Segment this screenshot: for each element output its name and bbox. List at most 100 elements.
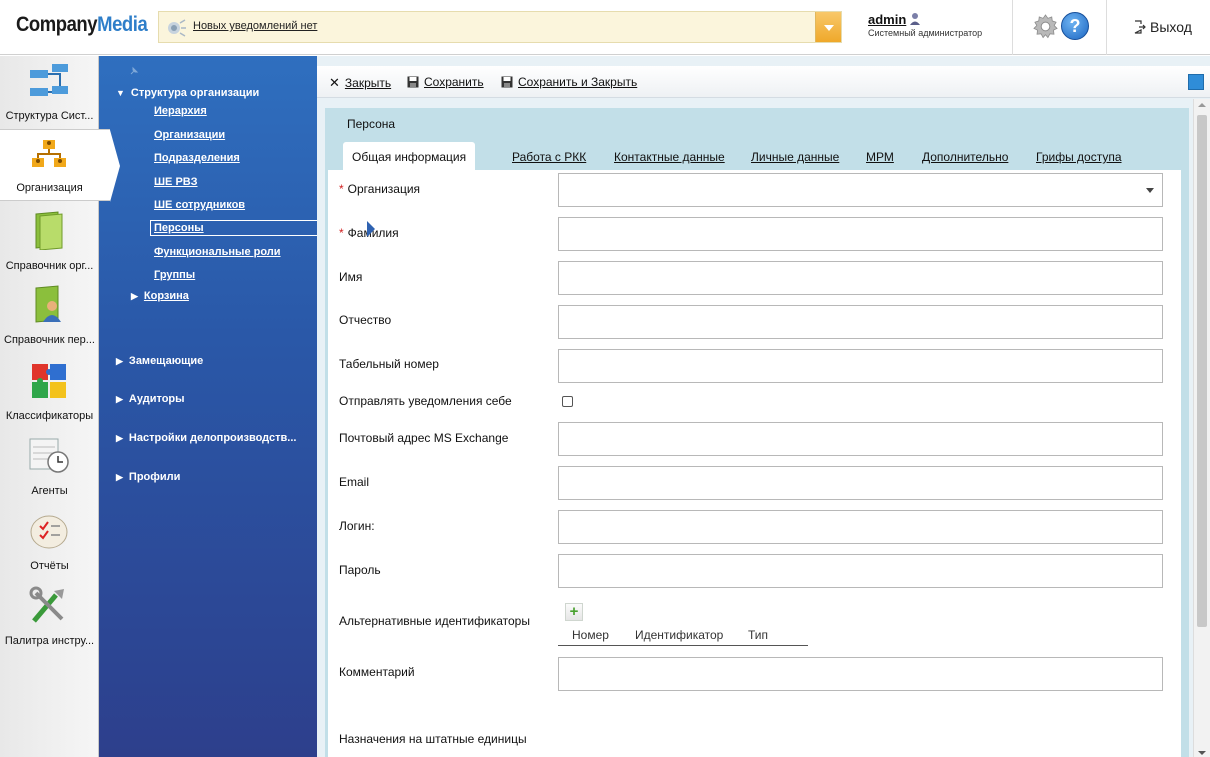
organization-select[interactable] — [558, 173, 1163, 207]
section-label: Аудиторы — [128, 393, 185, 405]
tab-contact-data[interactable]: Контактные данные — [614, 150, 725, 164]
column-type[interactable]: Тип — [748, 628, 768, 642]
person-folder-icon — [35, 285, 61, 323]
name-label: Имя — [339, 270, 363, 284]
module-classifiers[interactable]: Классификаторы — [0, 356, 99, 428]
logo-part1: Company — [16, 13, 98, 36]
module-org-directory[interactable]: Справочник орг... — [0, 206, 99, 278]
tree-item-basket[interactable]: ▶ Корзина — [131, 290, 189, 302]
expand-icon[interactable] — [1188, 74, 1204, 90]
tab-general-info[interactable]: Общая информация — [343, 142, 476, 170]
module-label: Отчёты — [30, 560, 69, 572]
login-label: Логин: — [339, 519, 375, 533]
close-icon: ✕ — [329, 75, 340, 90]
tree-item-departments[interactable]: Подразделения — [154, 152, 240, 164]
module-reports[interactable]: Отчёты — [0, 506, 99, 578]
module-person-directory[interactable]: Справочник пер... — [0, 280, 99, 352]
settings-gear-icon[interactable] — [1032, 13, 1059, 40]
tree-section-settings[interactable]: ▶ Настройки делопроизводств... — [116, 432, 296, 444]
puzzle-icon — [32, 364, 66, 398]
module-label: Структура Сист... — [5, 110, 94, 122]
tab-mrm[interactable]: МРМ — [866, 150, 894, 164]
user-info[interactable]: admin Системный администратор — [868, 12, 982, 38]
scroll-up-icon[interactable] — [1198, 103, 1206, 107]
column-number[interactable]: Номер — [572, 628, 609, 642]
notification-bell-icon — [168, 19, 186, 37]
app-logo[interactable]: CompanyMedia — [16, 13, 148, 37]
alt-ids-label: Альтернативные идентификаторы — [339, 614, 530, 628]
scrollbar-thumb[interactable] — [1197, 115, 1207, 627]
module-label: Палитра инстру... — [4, 635, 95, 647]
tree-section-auditors[interactable]: ▶ Аудиторы — [116, 393, 185, 405]
surname-input[interactable] — [558, 217, 1163, 251]
tab-personal-data[interactable]: Личные данные — [751, 150, 839, 164]
tree-root-org-structure[interactable]: ▼ Структура организации — [116, 87, 259, 99]
logo-part2: Media — [97, 13, 148, 36]
tree-section-substitutes[interactable]: ▶ Замещающие — [116, 355, 203, 367]
module-label: Справочник пер... — [4, 334, 95, 346]
scroll-down-icon[interactable] — [1198, 751, 1206, 755]
module-agents[interactable]: Агенты — [0, 431, 99, 503]
tree-item-functional-roles[interactable]: Функциональные роли — [154, 246, 281, 258]
tab-access-stamps[interactable]: Грифы доступа — [1036, 150, 1122, 164]
user-icon — [910, 13, 921, 25]
notify-self-checkbox[interactable] — [562, 396, 573, 407]
save-and-close-button[interactable]: Сохранить и Закрыть — [501, 75, 637, 89]
tab-number-input[interactable] — [558, 349, 1163, 383]
name-input[interactable] — [558, 261, 1163, 295]
section-label: Настройки делопроизводств... — [128, 432, 297, 444]
form-tabs: Общая информация Работа с РКК Контактные… — [333, 142, 1189, 170]
pin-icon[interactable] — [129, 66, 139, 76]
app-header: CompanyMedia Новых уведомлений нет admin… — [0, 0, 1210, 55]
module-label: Классификаторы — [5, 410, 94, 422]
save-close-label: Сохранить и Закрыть — [518, 75, 638, 89]
tab-rkk-work[interactable]: Работа с РКК — [512, 150, 586, 164]
user-name[interactable]: admin — [868, 12, 906, 27]
tree-item-hierarchy[interactable]: Иерархия — [154, 105, 207, 117]
header-divider — [1106, 0, 1107, 55]
tools-icon — [29, 586, 64, 623]
clock-calendar-icon — [29, 438, 69, 473]
tab-additional[interactable]: Дополнительно — [922, 150, 1008, 164]
form-title: Персона — [347, 117, 396, 131]
save-button[interactable]: Сохранить — [407, 75, 484, 89]
section-label: Замещающие — [128, 355, 204, 367]
help-button[interactable]: ? — [1061, 12, 1089, 40]
tree-item-organizations[interactable]: Организации — [154, 129, 225, 141]
exchange-input[interactable] — [558, 422, 1163, 456]
email-input[interactable] — [558, 466, 1163, 500]
collapsed-arrow-icon: ▶ — [116, 433, 123, 443]
patronymic-input[interactable] — [558, 305, 1163, 339]
close-button[interactable]: ✕ Закрыть — [329, 75, 391, 91]
required-mark: * — [339, 226, 344, 240]
form-toolbar: ✕ Закрыть Сохранить Сохранить и Закрыть — [317, 66, 1210, 98]
tree-section-profiles[interactable]: ▶ Профили — [116, 471, 180, 483]
logout-label: Выход — [1150, 19, 1192, 35]
report-icon — [30, 515, 68, 549]
organization-label: * Организация — [339, 182, 420, 196]
module-organization[interactable]: Организация — [0, 129, 120, 202]
comment-input[interactable] — [558, 657, 1163, 691]
form-scrollbar[interactable] — [1193, 99, 1210, 757]
module-label: Агенты — [31, 485, 68, 497]
tree-item-rvz-units[interactable]: ШЕ РВЗ — [154, 176, 197, 188]
login-input[interactable] — [558, 510, 1163, 544]
notification-bar[interactable]: Новых уведомлений нет — [158, 11, 842, 43]
close-label: Закрыть — [344, 76, 392, 90]
module-structure[interactable]: Структура Сист... — [0, 56, 99, 128]
logout-button[interactable]: Выход — [1134, 19, 1192, 35]
comment-label: Комментарий — [339, 665, 415, 679]
alt-ids-table-header: Номер Идентификатор Тип — [558, 626, 808, 646]
tree-item-employee-units[interactable]: ШЕ сотрудников — [154, 199, 245, 211]
add-alt-id-button[interactable]: + — [565, 603, 583, 621]
logout-icon — [1134, 20, 1146, 34]
module-tool-palette[interactable]: Палитра инстру... — [0, 581, 99, 653]
column-identifier[interactable]: Идентификатор — [635, 628, 723, 642]
form-body: * Организация * Фамилия Имя Отчество Табел… — [328, 170, 1181, 757]
tree-item-groups[interactable]: Группы — [154, 269, 195, 281]
tree-root-label: Структура организации — [130, 87, 260, 99]
collapsed-arrow-icon: ▶ — [116, 394, 123, 404]
password-input[interactable] — [558, 554, 1163, 588]
notification-text[interactable]: Новых уведомлений нет — [193, 20, 317, 32]
notification-dropdown-button[interactable] — [815, 12, 841, 42]
